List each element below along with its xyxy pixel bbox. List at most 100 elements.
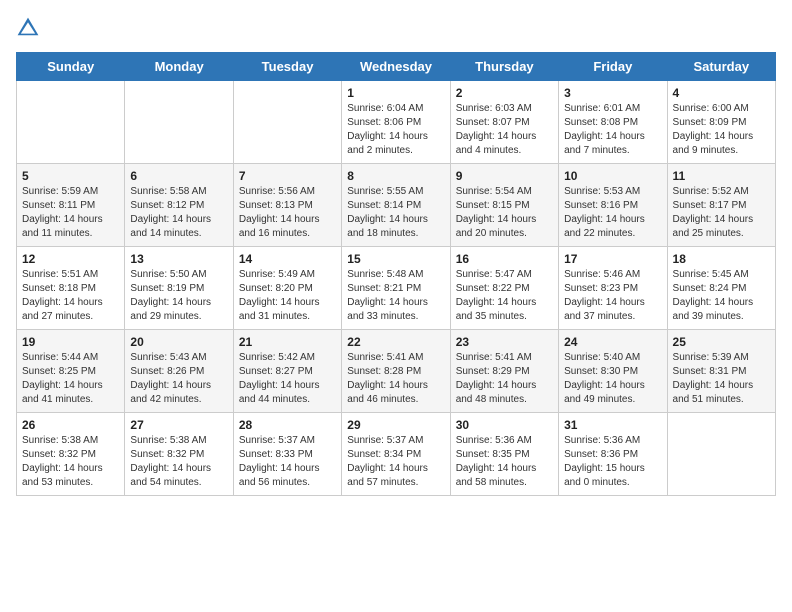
day-info: Sunrise: 6:00 AMSunset: 8:09 PMDaylight:… bbox=[673, 103, 754, 156]
calendar-cell: 1 Sunrise: 6:04 AMSunset: 8:06 PMDaylight… bbox=[342, 81, 450, 164]
calendar-cell bbox=[17, 81, 125, 164]
calendar-cell: 26Sunrise: 5:38 AMSunset: 8:32 PMDayligh… bbox=[17, 413, 125, 496]
day-info: Sunrise: 6:04 AMSunset: 8:06 PMDaylight:… bbox=[347, 103, 428, 156]
calendar-header-row: SundayMondayTuesdayWednesdayThursdayFrid… bbox=[17, 53, 776, 81]
logo-icon bbox=[16, 16, 40, 40]
day-header: Thursday bbox=[450, 53, 558, 81]
calendar-cell: 9Sunrise: 5:54 AMSunset: 8:15 PMDaylight… bbox=[450, 164, 558, 247]
day-info: Sunrise: 5:48 AMSunset: 8:21 PMDaylight:… bbox=[347, 269, 428, 322]
day-info: Sunrise: 5:37 AMSunset: 8:33 PMDaylight:… bbox=[239, 435, 320, 488]
page-header bbox=[16, 16, 776, 40]
day-number: 13 bbox=[130, 252, 227, 266]
calendar-week-row: 5 Sunrise: 5:59 AMSunset: 8:11 PMDaylight… bbox=[17, 164, 776, 247]
day-info: Sunrise: 5:58 AMSunset: 8:12 PMDaylight:… bbox=[130, 186, 211, 239]
day-info: Sunrise: 5:54 AMSunset: 8:15 PMDaylight:… bbox=[456, 186, 537, 239]
day-number: 6 bbox=[130, 169, 227, 183]
calendar-cell: 19 Sunrise: 5:44 AMSunset: 8:25 PMDayligh… bbox=[17, 330, 125, 413]
day-number: 22 bbox=[347, 335, 444, 349]
calendar-cell: 2 Sunrise: 6:03 AMSunset: 8:07 PMDaylight… bbox=[450, 81, 558, 164]
day-number: 12 bbox=[22, 252, 119, 266]
day-info: Sunrise: 5:42 AMSunset: 8:27 PMDaylight:… bbox=[239, 352, 320, 405]
day-number: 5 bbox=[22, 169, 119, 183]
day-info: Sunrise: 6:01 AMSunset: 8:08 PMDaylight:… bbox=[564, 103, 645, 156]
calendar-table: SundayMondayTuesdayWednesdayThursdayFrid… bbox=[16, 52, 776, 496]
day-info: Sunrise: 5:52 AMSunset: 8:17 PMDaylight:… bbox=[673, 186, 754, 239]
calendar-cell: 15 Sunrise: 5:48 AMSunset: 8:21 PMDayligh… bbox=[342, 247, 450, 330]
day-number: 27 bbox=[130, 418, 227, 432]
calendar-cell: 21Sunrise: 5:42 AMSunset: 8:27 PMDayligh… bbox=[233, 330, 341, 413]
day-info: Sunrise: 5:53 AMSunset: 8:16 PMDaylight:… bbox=[564, 186, 645, 239]
day-number: 10 bbox=[564, 169, 661, 183]
calendar-cell: 22 Sunrise: 5:41 AMSunset: 8:28 PMDayligh… bbox=[342, 330, 450, 413]
day-header: Tuesday bbox=[233, 53, 341, 81]
day-header: Sunday bbox=[17, 53, 125, 81]
day-info: Sunrise: 5:37 AMSunset: 8:34 PMDaylight:… bbox=[347, 435, 428, 488]
calendar-week-row: 19 Sunrise: 5:44 AMSunset: 8:25 PMDayligh… bbox=[17, 330, 776, 413]
logo bbox=[16, 16, 44, 40]
calendar-week-row: 12 Sunrise: 5:51 AMSunset: 8:18 PMDayligh… bbox=[17, 247, 776, 330]
day-number: 23 bbox=[456, 335, 553, 349]
day-info: Sunrise: 5:36 AMSunset: 8:35 PMDaylight:… bbox=[456, 435, 537, 488]
day-number: 8 bbox=[347, 169, 444, 183]
day-number: 26 bbox=[22, 418, 119, 432]
day-number: 31 bbox=[564, 418, 661, 432]
day-info: Sunrise: 5:44 AMSunset: 8:25 PMDaylight:… bbox=[22, 352, 103, 405]
calendar-cell: 7 Sunrise: 5:56 AMSunset: 8:13 PMDaylight… bbox=[233, 164, 341, 247]
calendar-cell: 3Sunrise: 6:01 AMSunset: 8:08 PMDaylight… bbox=[559, 81, 667, 164]
day-info: Sunrise: 5:38 AMSunset: 8:32 PMDaylight:… bbox=[130, 435, 211, 488]
day-number: 1 bbox=[347, 86, 444, 100]
day-info: Sunrise: 5:59 AMSunset: 8:11 PMDaylight:… bbox=[22, 186, 103, 239]
day-info: Sunrise: 5:47 AMSunset: 8:22 PMDaylight:… bbox=[456, 269, 537, 322]
day-number: 24 bbox=[564, 335, 661, 349]
day-number: 30 bbox=[456, 418, 553, 432]
calendar-cell: 12 Sunrise: 5:51 AMSunset: 8:18 PMDayligh… bbox=[17, 247, 125, 330]
calendar-cell: 30 Sunrise: 5:36 AMSunset: 8:35 PMDayligh… bbox=[450, 413, 558, 496]
calendar-cell: 31Sunrise: 5:36 AMSunset: 8:36 PMDayligh… bbox=[559, 413, 667, 496]
calendar-cell: 23Sunrise: 5:41 AMSunset: 8:29 PMDayligh… bbox=[450, 330, 558, 413]
day-info: Sunrise: 5:46 AMSunset: 8:23 PMDaylight:… bbox=[564, 269, 645, 322]
day-header: Wednesday bbox=[342, 53, 450, 81]
day-info: Sunrise: 5:56 AMSunset: 8:13 PMDaylight:… bbox=[239, 186, 320, 239]
calendar-cell: 28Sunrise: 5:37 AMSunset: 8:33 PMDayligh… bbox=[233, 413, 341, 496]
calendar-week-row: 1 Sunrise: 6:04 AMSunset: 8:06 PMDaylight… bbox=[17, 81, 776, 164]
calendar-cell: 6 Sunrise: 5:58 AMSunset: 8:12 PMDaylight… bbox=[125, 164, 233, 247]
calendar-cell: 13 Sunrise: 5:50 AMSunset: 8:19 PMDayligh… bbox=[125, 247, 233, 330]
day-number: 15 bbox=[347, 252, 444, 266]
day-number: 17 bbox=[564, 252, 661, 266]
calendar-cell: 17 Sunrise: 5:46 AMSunset: 8:23 PMDayligh… bbox=[559, 247, 667, 330]
day-number: 20 bbox=[130, 335, 227, 349]
day-number: 2 bbox=[456, 86, 553, 100]
day-number: 14 bbox=[239, 252, 336, 266]
calendar-cell: 24 Sunrise: 5:40 AMSunset: 8:30 PMDayligh… bbox=[559, 330, 667, 413]
day-number: 25 bbox=[673, 335, 770, 349]
calendar-cell bbox=[125, 81, 233, 164]
day-info: Sunrise: 5:49 AMSunset: 8:20 PMDaylight:… bbox=[239, 269, 320, 322]
day-number: 7 bbox=[239, 169, 336, 183]
calendar-cell: 27 Sunrise: 5:38 AMSunset: 8:32 PMDayligh… bbox=[125, 413, 233, 496]
day-info: Sunrise: 5:50 AMSunset: 8:19 PMDaylight:… bbox=[130, 269, 211, 322]
day-info: Sunrise: 5:51 AMSunset: 8:18 PMDaylight:… bbox=[22, 269, 103, 322]
day-info: Sunrise: 5:40 AMSunset: 8:30 PMDaylight:… bbox=[564, 352, 645, 405]
day-header: Monday bbox=[125, 53, 233, 81]
day-number: 4 bbox=[673, 86, 770, 100]
calendar-cell bbox=[667, 413, 775, 496]
calendar-cell: 18 Sunrise: 5:45 AMSunset: 8:24 PMDayligh… bbox=[667, 247, 775, 330]
day-number: 18 bbox=[673, 252, 770, 266]
day-info: Sunrise: 5:41 AMSunset: 8:28 PMDaylight:… bbox=[347, 352, 428, 405]
calendar-cell: 29 Sunrise: 5:37 AMSunset: 8:34 PMDayligh… bbox=[342, 413, 450, 496]
day-number: 19 bbox=[22, 335, 119, 349]
day-number: 29 bbox=[347, 418, 444, 432]
calendar-cell: 25Sunrise: 5:39 AMSunset: 8:31 PMDayligh… bbox=[667, 330, 775, 413]
calendar-cell: 14 Sunrise: 5:49 AMSunset: 8:20 PMDayligh… bbox=[233, 247, 341, 330]
day-info: Sunrise: 5:45 AMSunset: 8:24 PMDaylight:… bbox=[673, 269, 754, 322]
calendar-cell: 4 Sunrise: 6:00 AMSunset: 8:09 PMDaylight… bbox=[667, 81, 775, 164]
calendar-cell: 10 Sunrise: 5:53 AMSunset: 8:16 PMDayligh… bbox=[559, 164, 667, 247]
day-info: Sunrise: 6:03 AMSunset: 8:07 PMDaylight:… bbox=[456, 103, 537, 156]
day-info: Sunrise: 5:43 AMSunset: 8:26 PMDaylight:… bbox=[130, 352, 211, 405]
day-info: Sunrise: 5:55 AMSunset: 8:14 PMDaylight:… bbox=[347, 186, 428, 239]
day-number: 16 bbox=[456, 252, 553, 266]
calendar-cell: 20 Sunrise: 5:43 AMSunset: 8:26 PMDayligh… bbox=[125, 330, 233, 413]
calendar-cell: 16 Sunrise: 5:47 AMSunset: 8:22 PMDayligh… bbox=[450, 247, 558, 330]
calendar-week-row: 26 Sunrise: 5:38 AMSunset: 8:32 PMDayligh… bbox=[17, 413, 776, 496]
calendar-cell: 11Sunrise: 5:52 AMSunset: 8:17 PMDayligh… bbox=[667, 164, 775, 247]
